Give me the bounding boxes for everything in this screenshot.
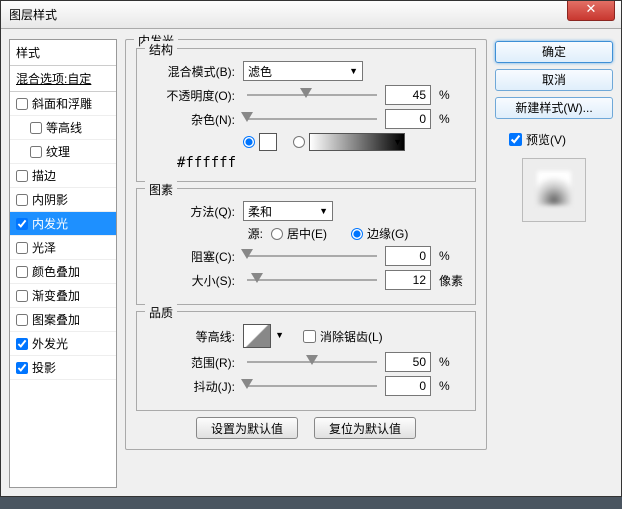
style-checkbox[interactable] [16,266,28,278]
jitter-label: 抖动(J): [147,378,239,395]
close-button[interactable]: ✕ [567,1,615,21]
new-style-button[interactable]: 新建样式(W)... [495,97,613,119]
jitter-slider[interactable] [247,378,377,394]
size-slider[interactable] [247,272,377,288]
chevron-down-icon: ▼ [393,137,402,147]
settings-panel: 内发光 结构 混合模式(B): 滤色▼ 不透明度(O): 45 % [125,39,487,488]
style-item[interactable]: 颜色叠加 [10,260,116,284]
style-label: 描边 [32,167,56,184]
technique-label: 方法(Q): [147,203,239,220]
style-label: 内阴影 [32,191,68,208]
preview-checkbox[interactable] [509,133,522,146]
color-swatch[interactable] [259,133,277,151]
antialias-checkbox[interactable] [303,330,316,343]
style-checkbox[interactable] [16,242,28,254]
style-item[interactable]: 图案叠加 [10,308,116,332]
style-item[interactable]: 外发光 [10,332,116,356]
titlebar: 图层样式 ✕ [1,1,621,29]
choke-label: 阻塞(C): [147,248,239,265]
style-item[interactable]: 等高线 [10,116,116,140]
style-item[interactable]: 描边 [10,164,116,188]
chevron-down-icon: ▼ [319,206,328,216]
style-label: 纹理 [46,143,70,160]
source-label: 源: [147,225,267,242]
range-label: 范围(R): [147,354,239,371]
gradient-radio[interactable] [293,136,305,148]
style-checkbox[interactable] [30,146,42,158]
choke-input[interactable]: 0 [385,246,431,266]
chevron-down-icon: ▼ [275,330,284,340]
style-label: 等高线 [46,119,82,136]
contour-label: 等高线: [147,328,239,345]
noise-label: 杂色(N): [147,111,239,128]
style-label: 斜面和浮雕 [32,95,92,112]
style-item[interactable]: 内发光 [10,212,116,236]
gradient-picker[interactable]: ▼ [309,133,405,151]
style-item[interactable]: 斜面和浮雕 [10,92,116,116]
right-panel: 确定 取消 新建样式(W)... 预览(V) [495,39,613,488]
style-checkbox[interactable] [30,122,42,134]
reset-default-button[interactable]: 复位为默认值 [314,417,416,439]
style-item[interactable]: 内阴影 [10,188,116,212]
styles-list: 样式 混合选项:自定 斜面和浮雕等高线纹理描边内阴影内发光光泽颜色叠加渐变叠加图… [9,39,117,488]
noise-slider[interactable] [247,111,377,127]
structure-legend: 结构 [145,41,177,58]
range-input[interactable]: 50 [385,352,431,372]
elements-legend: 图素 [145,181,177,198]
style-label: 光泽 [32,239,56,256]
style-item[interactable]: 光泽 [10,236,116,260]
source-center-radio[interactable] [271,228,283,240]
style-label: 颜色叠加 [32,263,80,280]
source-edge-radio[interactable] [351,228,363,240]
style-checkbox[interactable] [16,314,28,326]
style-checkbox[interactable] [16,194,28,206]
jitter-input[interactable]: 0 [385,376,431,396]
style-label: 图案叠加 [32,311,80,328]
blend-mode-label: 混合模式(B): [147,63,239,80]
contour-picker[interactable]: ▼ [243,324,271,348]
styles-header: 样式 [10,40,116,66]
style-checkbox[interactable] [16,170,28,182]
style-label: 外发光 [32,335,68,352]
style-item[interactable]: 投影 [10,356,116,380]
style-label: 内发光 [32,215,68,232]
noise-input[interactable]: 0 [385,109,431,129]
blend-mode-combo[interactable]: 滤色▼ [243,61,363,81]
chevron-down-icon: ▼ [349,66,358,76]
blend-options[interactable]: 混合选项:自定 [10,66,116,92]
style-item[interactable]: 纹理 [10,140,116,164]
color-radio[interactable] [243,136,255,148]
opacity-input[interactable]: 45 [385,85,431,105]
size-input[interactable]: 12 [385,270,431,290]
ok-button[interactable]: 确定 [495,41,613,63]
style-checkbox[interactable] [16,362,28,374]
choke-slider[interactable] [247,248,377,264]
window-title: 图层样式 [9,6,57,23]
hex-label: #ffffff [177,155,465,171]
style-checkbox[interactable] [16,98,28,110]
style-label: 渐变叠加 [32,287,80,304]
range-slider[interactable] [247,354,377,370]
quality-legend: 品质 [145,304,177,321]
style-checkbox[interactable] [16,218,28,230]
preview-thumbnail [522,158,586,222]
make-default-button[interactable]: 设置为默认值 [196,417,298,439]
style-checkbox[interactable] [16,338,28,350]
style-checkbox[interactable] [16,290,28,302]
size-label: 大小(S): [147,272,239,289]
technique-combo[interactable]: 柔和▼ [243,201,333,221]
opacity-slider[interactable] [247,87,377,103]
cancel-button[interactable]: 取消 [495,69,613,91]
opacity-label: 不透明度(O): [147,87,239,104]
style-label: 投影 [32,359,56,376]
style-item[interactable]: 渐变叠加 [10,284,116,308]
layer-style-dialog: 图层样式 ✕ 样式 混合选项:自定 斜面和浮雕等高线纹理描边内阴影内发光光泽颜色… [0,0,622,497]
